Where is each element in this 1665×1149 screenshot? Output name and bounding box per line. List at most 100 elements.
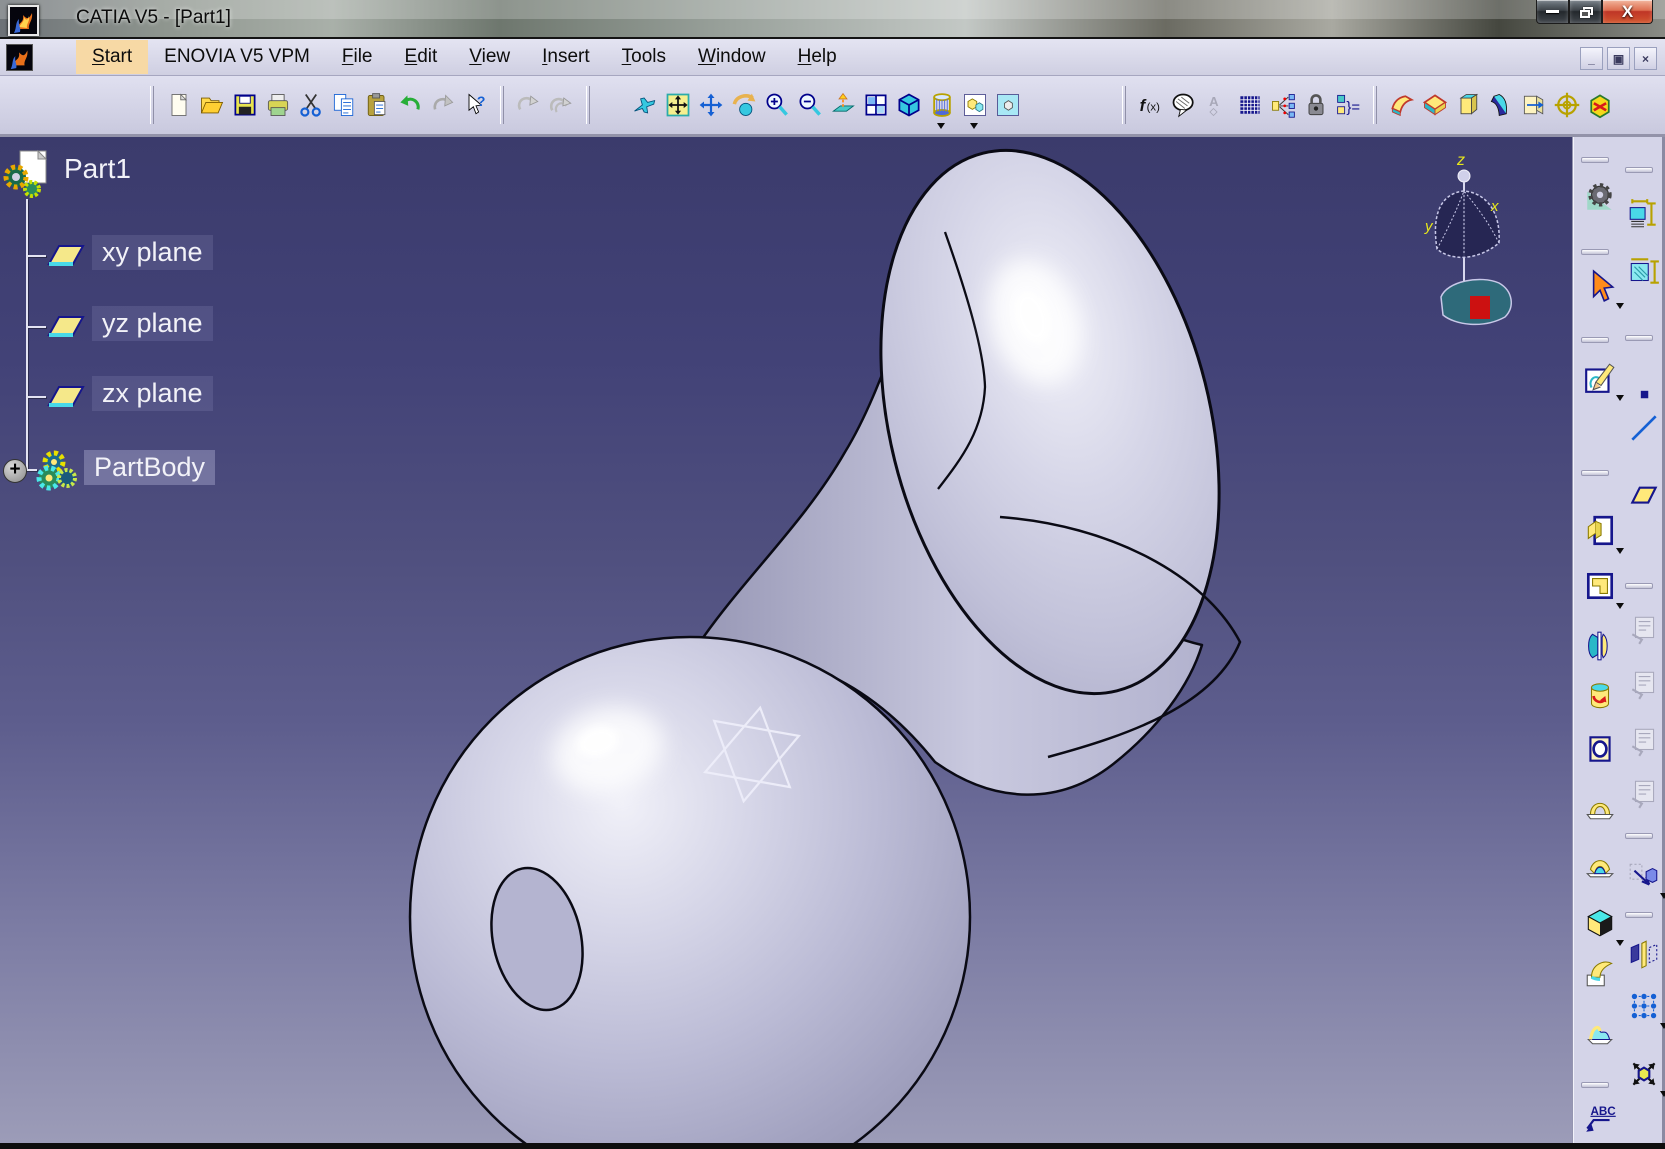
zoom-out-button[interactable]: [793, 89, 826, 122]
sketcher-dropdown-arrow[interactable]: [1616, 395, 1624, 401]
print-button[interactable]: [261, 89, 294, 122]
menu-edit[interactable]: Edit: [389, 40, 454, 74]
text-annotation-button[interactable]: ABC: [1581, 1100, 1619, 1138]
hyperlink-button[interactable]: [545, 89, 578, 122]
slot-button[interactable]: [1581, 844, 1619, 882]
rib-button[interactable]: [1581, 787, 1619, 825]
axis-system-button[interactable]: [1550, 89, 1583, 122]
compass-anchor-handle[interactable]: [1470, 296, 1490, 319]
rectangular-pattern-dropdown-arrow[interactable]: [1660, 1023, 1665, 1029]
tree-item-yz-plane[interactable]: yz plane: [92, 306, 213, 341]
close-button[interactable]: X: [1602, 0, 1653, 24]
copy-button[interactable]: [327, 89, 360, 122]
zoom-in-button[interactable]: [760, 89, 793, 122]
multi-view-button[interactable]: [859, 89, 892, 122]
knowledge-explorer-button[interactable]: [1266, 89, 1299, 122]
tree-item-partbody[interactable]: PartBody: [84, 450, 215, 485]
partbody-expander[interactable]: +: [3, 459, 27, 483]
equivalent-dimensions-button[interactable]: }=: [1332, 89, 1365, 122]
plane-button[interactable]: [1625, 475, 1663, 513]
menu-start[interactable]: Start: [76, 40, 148, 74]
fly-mode-button[interactable]: [628, 89, 661, 122]
point-button[interactable]: [1625, 375, 1663, 413]
hole-button[interactable]: [1581, 730, 1619, 768]
pad-button[interactable]: [1581, 512, 1619, 550]
translation-dropdown-arrow[interactable]: [1660, 893, 1665, 899]
toolbar-drag-handle[interactable]: [1581, 249, 1609, 255]
draft-button[interactable]: [1581, 954, 1619, 992]
redo-button[interactable]: [426, 89, 459, 122]
toolbar-drag-handle[interactable]: [1625, 167, 1653, 173]
knowledge-inspector-button[interactable]: [1167, 89, 1200, 122]
toolbar-drag-handle[interactable]: [1581, 470, 1609, 476]
toolbar-drag-handle[interactable]: [1581, 337, 1609, 343]
tree-item-part1[interactable]: Part1: [54, 151, 141, 187]
save-button[interactable]: [228, 89, 261, 122]
menu-insert[interactable]: Insert: [526, 40, 606, 74]
normal-view-button[interactable]: [826, 89, 859, 122]
cut-button[interactable]: [294, 89, 327, 122]
viewport-3d[interactable]: Part1 xy plane yz plane zx plane + PartBody z…: [0, 137, 1572, 1143]
document-logo-icon[interactable]: [6, 44, 33, 71]
shaft-button[interactable]: [1581, 627, 1619, 665]
fit-all-in-button[interactable]: [661, 89, 694, 122]
compass-free-rotation-handle[interactable]: [1458, 170, 1470, 182]
shading-mode-dropdown-arrow[interactable]: [937, 123, 945, 129]
menu-view[interactable]: View: [453, 40, 526, 74]
shell-dropdown-arrow[interactable]: [1616, 940, 1624, 946]
measure-inertia-button[interactable]: [1625, 195, 1663, 233]
measure-item-button[interactable]: [1625, 253, 1663, 291]
compass[interactable]: z y x: [1423, 149, 1523, 339]
workbench-button[interactable]: [1581, 179, 1619, 217]
mdi-close-button[interactable]: ×: [1634, 47, 1657, 70]
paste-link-button[interactable]: [512, 89, 545, 122]
groove-button[interactable]: [1581, 677, 1619, 715]
restore-button[interactable]: [1569, 0, 1602, 24]
minimize-button[interactable]: [1536, 0, 1569, 24]
undo-button[interactable]: [393, 89, 426, 122]
design-table-button[interactable]: [1233, 89, 1266, 122]
lock-button[interactable]: [1299, 89, 1332, 122]
toolbar-drag-handle[interactable]: [150, 86, 154, 124]
rotate-button[interactable]: [727, 89, 760, 122]
line-button[interactable]: [1625, 409, 1663, 447]
symmetry-button[interactable]: [1625, 935, 1663, 973]
pan-button[interactable]: [694, 89, 727, 122]
toolbar-drag-handle[interactable]: [1625, 833, 1653, 839]
mdi-minimize-button[interactable]: _: [1580, 47, 1603, 70]
sketcher-button[interactable]: [1581, 359, 1619, 397]
apply-material-button[interactable]: [1583, 89, 1616, 122]
extrapolate-button[interactable]: [1517, 89, 1550, 122]
isometric-view-button[interactable]: [892, 89, 925, 122]
scaling-dropdown-arrow[interactable]: [1660, 1091, 1665, 1097]
toolbar-drag-handle[interactable]: [1625, 335, 1653, 341]
close-surface-button[interactable]: [1451, 89, 1484, 122]
menu-help[interactable]: Help: [782, 40, 853, 74]
shading-mode-button[interactable]: [925, 89, 958, 122]
menu-window[interactable]: Window: [682, 40, 782, 74]
comment-button[interactable]: A: [1200, 89, 1233, 122]
new-button[interactable]: [162, 89, 195, 122]
toolbar-drag-handle[interactable]: [1581, 157, 1609, 163]
pocket-button[interactable]: [1581, 567, 1619, 605]
open-button[interactable]: [195, 89, 228, 122]
translation-button[interactable]: [1625, 857, 1663, 895]
mdi-restore-button[interactable]: ▣: [1607, 47, 1630, 70]
title-bar[interactable]: CATIA V5 - [Part1] X: [0, 0, 1665, 39]
swap-visible-space-button[interactable]: [991, 89, 1024, 122]
select-button[interactable]: [1581, 267, 1619, 305]
formula-button[interactable]: f(x): [1134, 89, 1167, 122]
select-dropdown-arrow[interactable]: [1616, 303, 1624, 309]
pad-dropdown-arrow[interactable]: [1616, 548, 1624, 554]
context-help-button[interactable]: ?: [459, 89, 492, 122]
tree-item-zx-plane[interactable]: zx plane: [92, 376, 213, 411]
menu-tools[interactable]: Tools: [606, 40, 682, 74]
thick-surface-button[interactable]: [1418, 89, 1451, 122]
hide-show-button[interactable]: [958, 89, 991, 122]
toolbar-drag-handle[interactable]: [1581, 1082, 1609, 1088]
shell-button[interactable]: [1581, 904, 1619, 942]
scaling-button[interactable]: [1625, 1055, 1663, 1093]
sew-surface-button[interactable]: [1484, 89, 1517, 122]
tree-item-xy-plane[interactable]: xy plane: [92, 235, 213, 270]
menu-file[interactable]: File: [326, 40, 389, 74]
